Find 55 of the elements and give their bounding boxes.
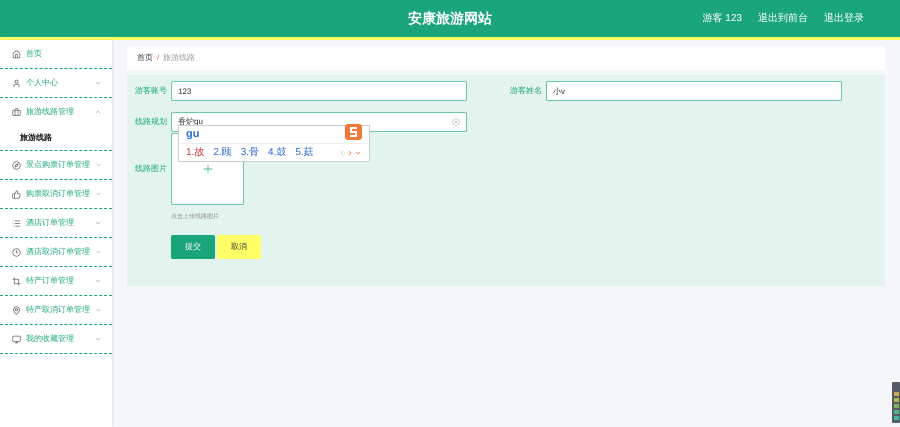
- sidebar-item[interactable]: 酒店取消订单管理: [0, 238, 112, 266]
- field-label: 游客姓名: [510, 85, 543, 97]
- caret-icon: [94, 108, 102, 116]
- user-icon: [12, 78, 21, 88]
- sidebar-item[interactable]: 首页: [0, 40, 112, 68]
- cancel-button[interactable]: 取消: [217, 235, 261, 259]
- breadcrumb-separator: /: [157, 52, 160, 64]
- thumbs-up-icon: [12, 190, 21, 198]
- sidebar-item[interactable]: 景点购票订单管理: [0, 151, 112, 179]
- sidebar-item[interactable]: 我的收藏管理: [0, 325, 112, 353]
- breadcrumb-link[interactable]: 旅游线路: [163, 52, 196, 64]
- ime-candidate[interactable]: 2.顾: [213, 145, 232, 160]
- ime-candidate[interactable]: 1.故: [186, 145, 204, 160]
- field-label: 游客账号: [135, 85, 168, 97]
- ime-candidate[interactable]: 4.鼓: [268, 145, 286, 160]
- next-icon[interactable]: [346, 148, 354, 156]
- input-field[interactable]: 123: [171, 81, 467, 101]
- compass-icon: [12, 160, 21, 170]
- sidebar-item[interactable]: 购票取消订单管理: [0, 180, 112, 208]
- plus-icon: [200, 162, 214, 176]
- caret-icon: [94, 277, 102, 285]
- caret-icon: [95, 248, 102, 256]
- ime-candidate[interactable]: 5.菇: [295, 145, 314, 160]
- caret-icon: [94, 219, 102, 227]
- caret-icon: [94, 79, 102, 87]
- sidebar-item[interactable]: 个人中心: [0, 69, 112, 97]
- monitor-icon: [12, 334, 21, 344]
- sidebar-item[interactable]: 旅游线路管理: [0, 98, 112, 126]
- caret-icon: [95, 190, 102, 198]
- caret-icon: [95, 306, 102, 314]
- sidebar-subitem[interactable]: 旅游线路: [0, 126, 112, 150]
- caret-icon: [95, 161, 102, 169]
- home-icon: [12, 50, 21, 58]
- submit-button[interactable]: 提交: [171, 235, 215, 259]
- sidebar-item[interactable]: 酒店订单管理: [0, 209, 112, 237]
- header-link[interactable]: 退出到前台: [758, 11, 808, 26]
- clock-icon: [12, 248, 21, 256]
- pin-icon: [12, 306, 21, 314]
- breadcrumb-link[interactable]: 首页: [137, 52, 153, 64]
- ime-candidate[interactable]: 3.骨: [240, 145, 260, 160]
- caret-icon: [94, 335, 102, 343]
- side-widget-icon[interactable]: [892, 382, 900, 423]
- input-field[interactable]: 小v: [546, 81, 842, 101]
- user-label: 游客 123: [702, 12, 742, 26]
- sidebar-item[interactable]: 特产取消订单管理: [0, 296, 112, 324]
- previous-icon[interactable]: [338, 148, 346, 156]
- field-label: 线路图片: [135, 163, 168, 175]
- field-label: 线路规划: [135, 116, 168, 128]
- clear-icon[interactable]: [452, 118, 460, 126]
- list-icon: [12, 218, 21, 228]
- crop-icon: [12, 276, 21, 286]
- sidebar-item[interactable]: 特产订单管理: [0, 267, 112, 295]
- header-link[interactable]: 退出登录: [824, 11, 864, 26]
- briefcase-icon: [12, 108, 21, 116]
- site-title: 安康旅游网站: [408, 9, 492, 28]
